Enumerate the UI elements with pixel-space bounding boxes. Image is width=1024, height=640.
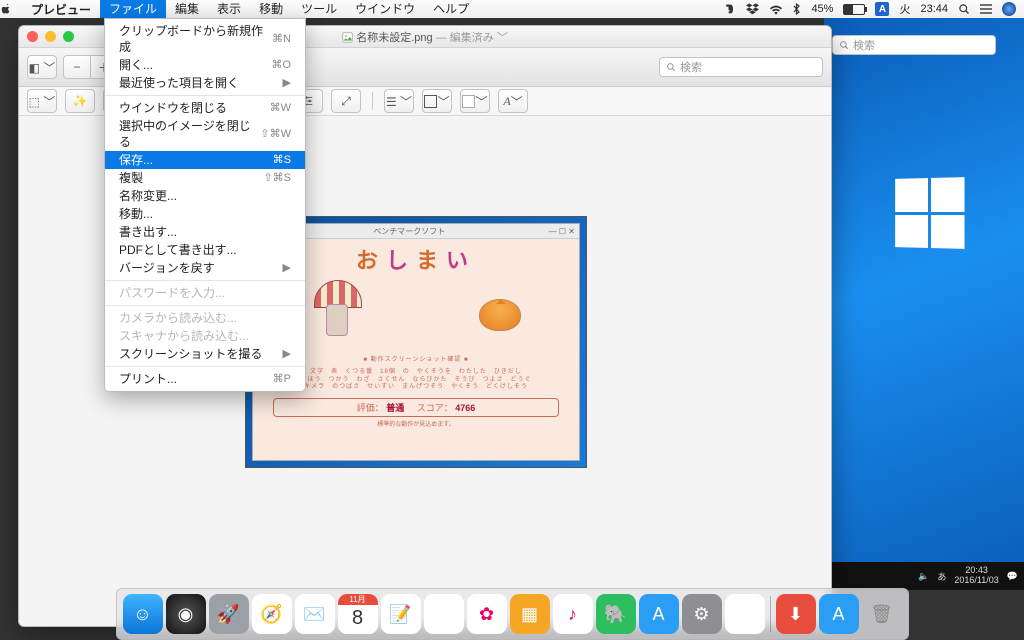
file-menu-dropdown: クリップボードから新規作成⌘N開く...⌘O最近使った項目を開く▶ ウインドウを閉… <box>104 18 306 392</box>
dock-safari[interactable]: 🧭 <box>252 594 292 634</box>
windows-logo <box>895 177 964 249</box>
dock-appstore[interactable]: A <box>639 594 679 634</box>
traffic-lights <box>19 31 74 42</box>
dock-notes[interactable]: 📝 <box>381 594 421 634</box>
background-windows-desktop: 🔈 あ 20:43 2016/11/03 💬 <box>824 18 1024 590</box>
zoom-out-button[interactable]: − <box>63 55 90 79</box>
wifi-icon[interactable] <box>769 4 783 15</box>
battery-percentage: 45% <box>811 3 833 15</box>
menu-ヘルプ[interactable]: ヘルプ <box>424 0 478 18</box>
dock-calendar[interactable]: 11月8 <box>338 594 378 634</box>
menuitem-プリント...[interactable]: プリント...⌘P <box>105 370 305 388</box>
ime-indicator[interactable]: A <box>875 2 889 16</box>
dock-itunes[interactable]: ♪ <box>553 594 593 634</box>
dock-trash[interactable]: 🗑 <box>862 594 902 634</box>
menuitem-ウインドウを閉じる[interactable]: ウインドウを閉じる⌘W <box>105 99 305 117</box>
dock-preferences[interactable]: ⚙ <box>682 594 722 634</box>
spotlight-icon[interactable] <box>958 3 970 15</box>
user-menulet[interactable] <box>1002 2 1016 16</box>
dock-preview[interactable]: 🖼 <box>725 594 765 634</box>
dock-photos[interactable]: ✿ <box>467 594 507 634</box>
menu-移動[interactable]: 移動 <box>250 0 292 18</box>
windows-clock[interactable]: 20:43 2016/11/03 <box>954 566 998 586</box>
system-menubar: プレビュー ファイル編集表示移動ツールウインドウヘルプ 45% A 火 23:4… <box>0 0 1024 18</box>
dock-downloads[interactable]: ⬇ <box>776 594 816 634</box>
windows-notifications-icon[interactable]: 💬 <box>1007 571 1018 582</box>
menuitem-スクリーンショットを撮る[interactable]: スクリーンショットを撮る▶ <box>105 345 305 363</box>
menuitem-パスワードを入力...: パスワードを入力... <box>105 284 305 302</box>
menuitem-移動...[interactable]: 移動... <box>105 205 305 223</box>
menu-ウインドウ[interactable]: ウインドウ <box>346 0 424 18</box>
dock: ☺◉🚀🧭✉️11月8📝☑✿▦♪🐘A⚙🖼⬇A🗑 <box>116 588 909 640</box>
selection-tool[interactable]: ⬚ ﹀ <box>27 89 57 113</box>
file-proxy-icon[interactable] <box>342 32 356 44</box>
search-icon <box>666 62 676 72</box>
adjust-size-tool[interactable]: ⤢ <box>331 89 361 113</box>
sidebar-toggle[interactable]: ◧ ﹀ <box>27 55 57 79</box>
dropbox-menulet[interactable] <box>746 3 759 15</box>
menu-ファイル[interactable]: ファイル <box>100 0 166 18</box>
menuitem-クリップボードから新規作成[interactable]: クリップボードから新規作成⌘N <box>105 22 305 56</box>
instant-alpha-tool[interactable]: ✨ <box>65 89 95 113</box>
windows-taskbar: 🔈 あ 20:43 2016/11/03 💬 <box>824 562 1024 590</box>
menuitem-カメラから読み込む...: カメラから読み込む... <box>105 309 305 327</box>
menuitem-スキャナから読み込む...: スキャナから読み込む... <box>105 327 305 345</box>
clock-day[interactable]: 火 <box>899 1 910 17</box>
dock-finder[interactable]: ☺ <box>123 594 163 634</box>
notification-center-icon[interactable] <box>980 4 992 14</box>
dock-region: ☺◉🚀🧭✉️11月8📝☑✿▦♪🐘A⚙🖼⬇A🗑 <box>0 588 1024 640</box>
menu-表示[interactable]: 表示 <box>208 0 250 18</box>
minimize-button[interactable] <box>45 31 56 42</box>
close-button[interactable] <box>27 31 38 42</box>
background-window-search[interactable]: 検索 <box>832 35 996 55</box>
fill-color-popup[interactable]: ﹀ <box>460 89 490 113</box>
menuitem-開く...[interactable]: 開く...⌘O <box>105 56 305 74</box>
menuitem-書き出す...[interactable]: 書き出す... <box>105 223 305 241</box>
menuitem-保存...[interactable]: 保存...⌘S <box>105 151 305 169</box>
dock-appstore2[interactable]: A <box>819 594 859 634</box>
dock-reminders[interactable]: ☑ <box>424 594 464 634</box>
dock-evernote[interactable]: 🐘 <box>596 594 636 634</box>
battery-icon[interactable] <box>843 4 865 15</box>
menuitem-PDFとして書き出す...[interactable]: PDFとして書き出す... <box>105 241 305 259</box>
menuitem-最近使った項目を開く[interactable]: 最近使った項目を開く▶ <box>105 74 305 92</box>
menu-ツール[interactable]: ツール <box>292 0 346 18</box>
bluetooth-icon[interactable] <box>793 3 801 15</box>
menubar-status-area: 45% A 火 23:44 <box>724 1 1024 17</box>
menuitem-バージョンを戻す[interactable]: バージョンを戻す▶ <box>105 259 305 277</box>
evernote-menulet[interactable] <box>724 3 736 15</box>
border-color-popup[interactable]: ﹀ <box>422 89 452 113</box>
search-icon <box>839 40 849 50</box>
windows-ime[interactable]: あ <box>937 570 946 583</box>
dock-pixelmator[interactable]: ▦ <box>510 594 550 634</box>
windows-volume-icon[interactable]: 🔈 <box>918 571 929 582</box>
menuitem-名称変更...[interactable]: 名称変更... <box>105 187 305 205</box>
line-weight-popup[interactable]: ☰ ﹀ <box>384 89 414 113</box>
zoom-button[interactable] <box>63 31 74 42</box>
toolbar-search[interactable]: 検索 <box>659 57 823 77</box>
apple-menu[interactable] <box>0 3 22 15</box>
dock-siri[interactable]: ◉ <box>166 594 206 634</box>
dock-launchpad[interactable]: 🚀 <box>209 594 249 634</box>
dock-mail[interactable]: ✉️ <box>295 594 335 634</box>
menu-編集[interactable]: 編集 <box>166 0 208 18</box>
clock-time[interactable]: 23:44 <box>920 3 948 15</box>
text-style-popup[interactable]: A ﹀ <box>498 89 528 113</box>
menuitem-複製[interactable]: 複製⇧⌘S <box>105 169 305 187</box>
menuitem-選択中のイメージを閉じる[interactable]: 選択中のイメージを閉じる⇧⌘W <box>105 117 305 151</box>
app-name[interactable]: プレビュー <box>22 1 100 18</box>
